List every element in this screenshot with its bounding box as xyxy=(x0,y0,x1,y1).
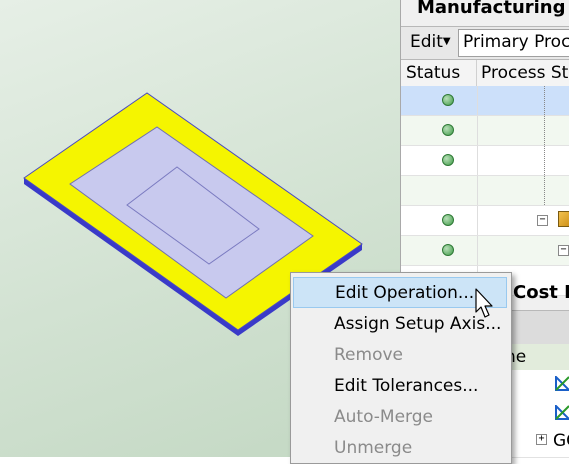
collapse-toggle-icon[interactable]: − xyxy=(558,245,569,256)
menu-item-label: Unmerge xyxy=(334,438,413,458)
process-table-header: Status Process Ste xyxy=(401,60,569,87)
menu-item-label: Edit Operation... xyxy=(335,283,475,303)
setup-axis-icon xyxy=(555,376,569,391)
column-header-status[interactable]: Status xyxy=(406,63,460,83)
tree-line xyxy=(544,86,545,115)
dropdown-caret-icon: ▼ xyxy=(442,36,451,47)
manufacturing-pane-title: Manufacturing Pr xyxy=(417,0,569,18)
process-combo[interactable]: Primary Proce xyxy=(458,29,569,57)
column-line xyxy=(477,146,478,175)
manufacturing-toolbar: Edit▼ Primary Proce xyxy=(401,26,569,60)
table-row[interactable] xyxy=(401,146,569,176)
column-divider[interactable] xyxy=(476,60,477,86)
status-ok-icon xyxy=(442,154,454,166)
table-row[interactable]: − xyxy=(401,206,569,236)
collapse-toggle-icon[interactable]: − xyxy=(537,215,548,226)
table-row[interactable] xyxy=(401,116,569,146)
column-line xyxy=(477,176,478,205)
column-line xyxy=(477,86,478,115)
status-ok-icon xyxy=(442,94,454,106)
process-combo-value: Primary Proce xyxy=(463,32,569,52)
table-row[interactable] xyxy=(401,86,569,116)
menu-item-unmerge: Unmerge xyxy=(293,433,507,464)
status-ok-icon xyxy=(442,124,454,136)
column-line xyxy=(477,116,478,145)
table-row[interactable]: − xyxy=(401,236,569,266)
table-row[interactable] xyxy=(401,176,569,206)
status-ok-icon xyxy=(442,214,454,226)
column-header-process-step[interactable]: Process Ste xyxy=(481,63,569,83)
tree-line xyxy=(544,146,545,175)
menu-item-label: Remove xyxy=(334,345,403,365)
tree-line xyxy=(544,116,545,145)
menu-item-auto-merge: Auto-Merge xyxy=(293,402,507,433)
operation-folder-icon xyxy=(558,211,569,227)
edit-menu-button[interactable]: Edit▼ xyxy=(410,32,451,52)
column-line xyxy=(477,206,478,235)
status-ok-icon xyxy=(442,244,454,256)
menu-item-label: Edit Tolerances... xyxy=(334,376,479,396)
edit-menu-label: Edit xyxy=(410,32,443,52)
setup-axis-icon xyxy=(555,405,569,420)
menu-item-remove: Remove xyxy=(293,340,507,371)
column-line xyxy=(477,236,478,265)
cost-row-label: GO xyxy=(553,431,569,451)
tree-line xyxy=(544,176,545,205)
menu-item-edit-tolerances[interactable]: Edit Tolerances... xyxy=(293,371,507,402)
process-table: − − xyxy=(401,86,569,296)
expand-toggle-icon[interactable]: + xyxy=(536,434,547,445)
cost-pane-title: Cost D xyxy=(513,282,569,303)
menu-item-label: Auto-Merge xyxy=(334,407,433,427)
mouse-cursor-icon xyxy=(475,288,493,318)
